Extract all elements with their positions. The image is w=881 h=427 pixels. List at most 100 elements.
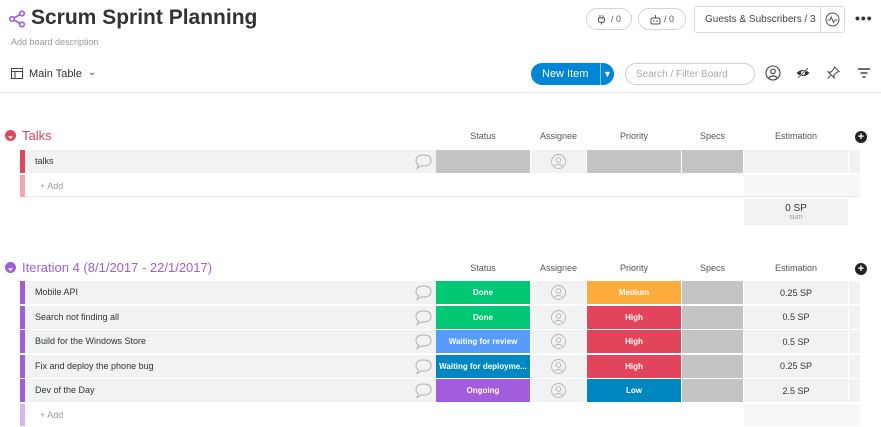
priority-cell[interactable]: High — [587, 305, 681, 329]
add-item-label[interactable]: + Add — [40, 181, 63, 191]
view-selector[interactable]: Main Table — [29, 68, 82, 80]
item-name-cell[interactable]: Dev of the Day — [25, 379, 436, 402]
assignee-cell[interactable] — [531, 281, 586, 304]
priority-cell[interactable]: Low — [587, 379, 681, 402]
chevron-down-icon[interactable]: ▼ — [601, 69, 614, 79]
automations-badge[interactable]: / 0 — [638, 8, 686, 30]
table-row[interactable]: Dev of the Day Ongoing Low 2.5 SP — [20, 379, 860, 402]
chat-bubble-icon[interactable] — [414, 284, 433, 301]
group-title[interactable]: Iteration 4 (8/1/2017 - 22/1/2017) — [22, 260, 212, 275]
search-input[interactable] — [625, 63, 755, 85]
table-row[interactable]: talks — [20, 150, 860, 173]
chat-bubble-icon[interactable] — [414, 309, 433, 326]
chat-bubble-icon[interactable] — [414, 153, 433, 170]
estimation-cell[interactable]: 0.25 SP — [744, 354, 848, 378]
assignee-cell[interactable] — [531, 330, 586, 353]
status-cell[interactable]: Done — [436, 281, 530, 304]
chat-bubble-icon[interactable] — [414, 358, 433, 375]
column-header-status[interactable]: Status — [436, 263, 530, 273]
board-description[interactable]: Add board description — [11, 37, 99, 47]
add-item-row[interactable]: + Add — [20, 175, 860, 197]
column-header-estimation[interactable]: Estimation — [744, 131, 848, 141]
specs-cell[interactable] — [682, 330, 743, 353]
group-title[interactable]: Talks — [22, 128, 52, 143]
column-header-estimation[interactable]: Estimation — [744, 263, 848, 273]
estimation-cell[interactable]: 0.5 SP — [744, 305, 848, 329]
priority-cell[interactable]: Medium — [587, 281, 681, 304]
item-name: talks — [35, 156, 54, 166]
table-row[interactable]: Fix and deploy the phone bug Waiting for… — [20, 354, 860, 378]
row-end-cell — [849, 330, 860, 353]
status-cell[interactable]: Done — [436, 305, 530, 329]
specs-cell[interactable] — [682, 150, 743, 173]
row-end-cell — [849, 150, 860, 173]
chevron-down-icon[interactable]: ⌄ — [88, 67, 96, 78]
guests-subscribers-button[interactable]: Guests & Subscribers / 3 — [694, 6, 845, 33]
add-row-tail — [744, 175, 860, 197]
assignee-cell[interactable] — [531, 150, 586, 173]
row-end-cell — [849, 354, 860, 378]
person-filter-icon[interactable] — [765, 65, 781, 81]
specs-cell[interactable] — [682, 281, 743, 304]
group-collapse-icon[interactable] — [5, 262, 16, 273]
column-header-assignee[interactable]: Assignee — [531, 131, 586, 141]
chat-bubble-icon[interactable] — [414, 382, 433, 399]
add-item-label[interactable]: + Add — [40, 410, 63, 420]
estimation-cell[interactable]: 2.5 SP — [744, 379, 848, 402]
column-header-specs[interactable]: Specs — [682, 263, 743, 273]
add-item-row[interactable]: + Add — [20, 404, 860, 426]
more-options-icon[interactable]: ••• — [855, 10, 873, 26]
column-header-assignee[interactable]: Assignee — [531, 263, 586, 273]
activity-button[interactable] — [821, 12, 844, 27]
board-title[interactable]: Scrum Sprint Planning — [31, 6, 257, 30]
row-end-cell — [849, 281, 860, 304]
specs-cell[interactable] — [682, 354, 743, 378]
integrations-count: / 0 — [610, 14, 621, 24]
item-name-cell[interactable]: Fix and deploy the phone bug — [25, 354, 436, 378]
plug-icon — [597, 14, 605, 24]
table-row[interactable]: Build for the Windows Store Waiting for … — [20, 330, 860, 353]
column-header-specs[interactable]: Specs — [682, 131, 743, 141]
estimation-cell[interactable] — [744, 150, 848, 173]
integrations-badge[interactable]: / 0 — [586, 8, 632, 30]
priority-cell[interactable]: High — [587, 354, 681, 378]
toolbar-divider — [0, 92, 881, 93]
table-row[interactable]: Mobile API Done Medium 0.25 SP — [20, 281, 860, 304]
add-column-icon[interactable]: + — [855, 263, 867, 275]
sum-label: sum — [789, 214, 803, 221]
new-item-button[interactable]: New Item ▼ — [531, 63, 614, 85]
share-icon[interactable] — [8, 10, 26, 28]
item-name: Mobile API — [35, 287, 79, 297]
automations-count: / 0 — [663, 14, 674, 24]
estimation-cell[interactable]: 0.25 SP — [744, 281, 848, 304]
assignee-cell[interactable] — [531, 379, 586, 402]
status-cell[interactable] — [436, 150, 530, 173]
column-header-status[interactable]: Status — [436, 131, 530, 141]
filter-icon[interactable] — [856, 65, 872, 81]
priority-cell[interactable] — [587, 150, 681, 173]
chat-bubble-icon[interactable] — [414, 333, 433, 350]
robot-icon — [650, 14, 661, 24]
priority-cell[interactable]: High — [587, 330, 681, 353]
specs-cell[interactable] — [682, 305, 743, 329]
assignee-cell[interactable] — [531, 354, 586, 378]
item-name-cell[interactable]: Mobile API — [25, 281, 436, 304]
status-cell[interactable]: Ongoing — [436, 379, 530, 402]
estimation-cell[interactable]: 0.5 SP — [744, 330, 848, 353]
column-header-priority[interactable]: Priority — [587, 131, 681, 141]
item-name-cell[interactable]: Build for the Windows Store — [25, 330, 436, 353]
column-header-priority[interactable]: Priority — [587, 263, 681, 273]
pin-icon[interactable] — [825, 65, 841, 81]
status-cell[interactable]: Waiting for deployme... — [436, 354, 530, 378]
row-color-bar — [20, 175, 25, 197]
status-cell[interactable]: Waiting for review — [436, 330, 530, 353]
new-item-label: New Item — [542, 68, 589, 80]
item-name-cell[interactable]: Search not finding all — [25, 305, 436, 329]
specs-cell[interactable] — [682, 379, 743, 402]
group-collapse-icon[interactable] — [5, 130, 16, 141]
assignee-cell[interactable] — [531, 305, 586, 329]
table-row[interactable]: Search not finding all Done High 0.5 SP — [20, 305, 860, 329]
eye-hide-icon[interactable] — [795, 65, 811, 81]
add-column-icon[interactable]: + — [855, 131, 867, 143]
item-name-cell[interactable]: talks — [25, 150, 436, 173]
